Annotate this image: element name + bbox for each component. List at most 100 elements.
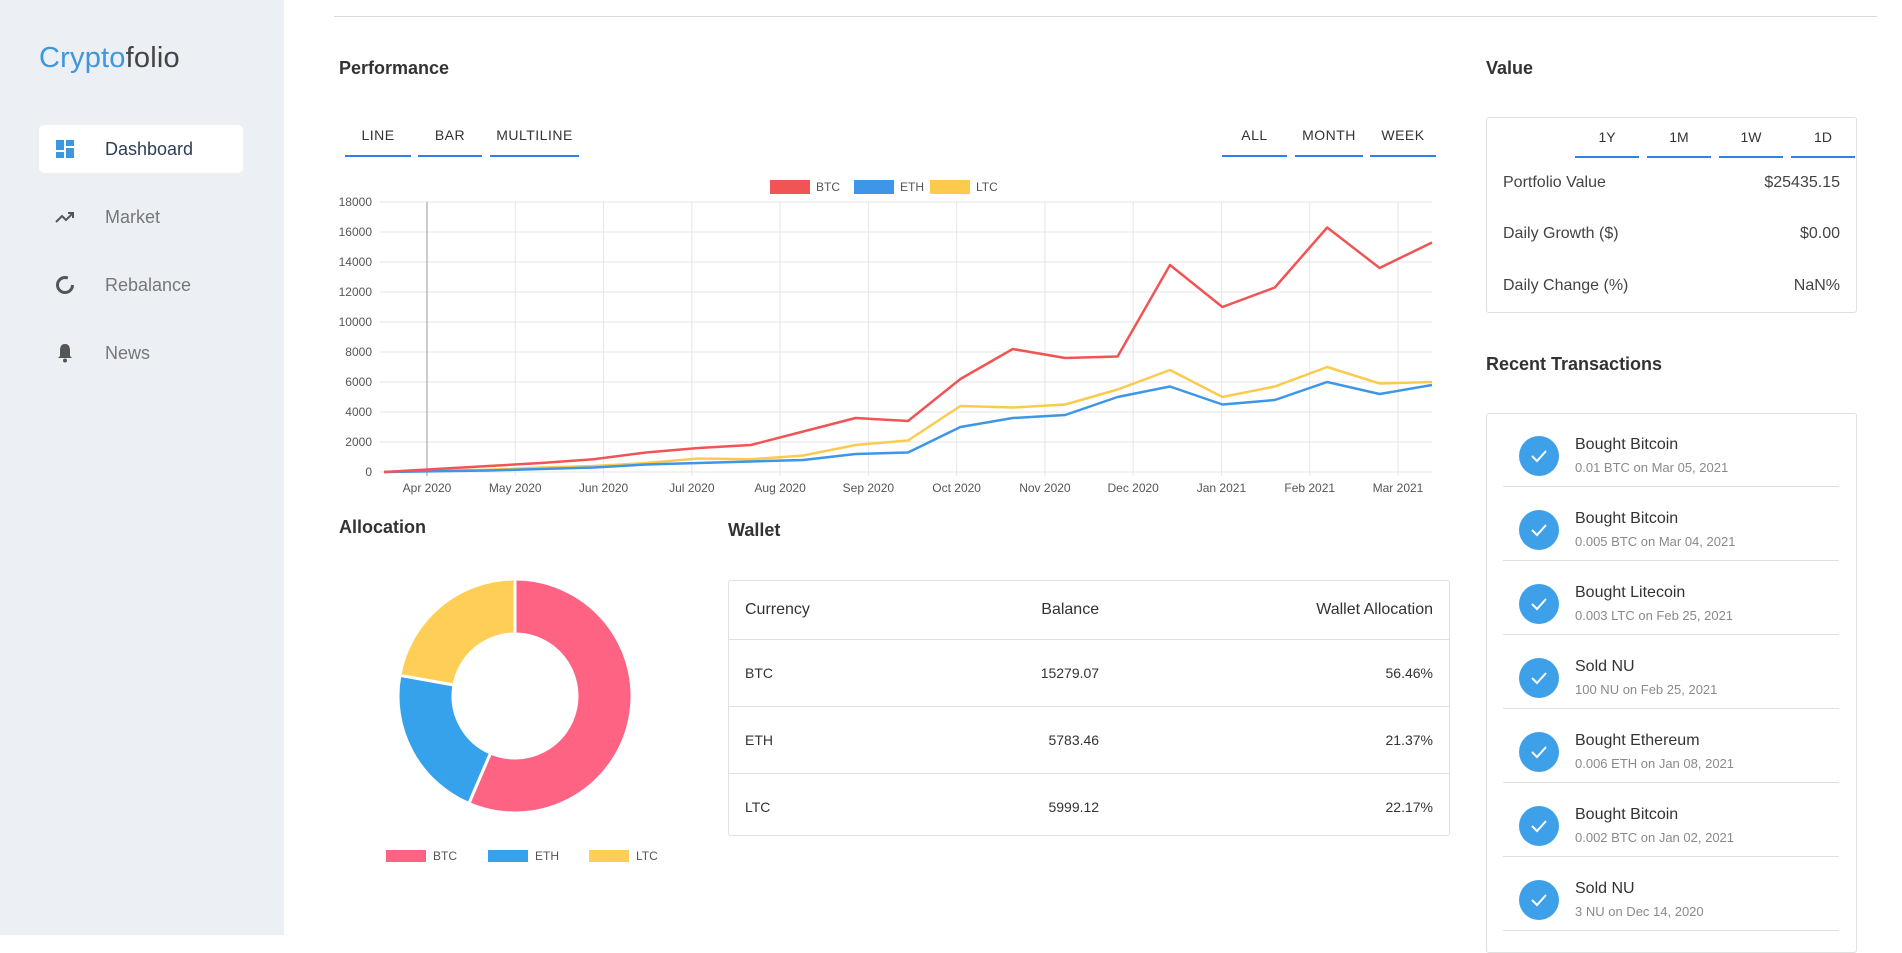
range-1y-button[interactable]: 1Y <box>1575 118 1639 158</box>
portfolio-value-label: Portfolio Value <box>1503 174 1606 191</box>
check-icon <box>1519 880 1559 920</box>
sidebar-item-rebalance[interactable]: Rebalance <box>39 261 243 309</box>
balance-cell: 15279.07 <box>942 639 1101 707</box>
transactions-card: Bought Bitcoin 0.01 BTC on Mar 05, 2021 Bo… <box>1486 413 1857 953</box>
transaction-detail: 0.002 BTC on Jan 02, 2021 <box>1575 830 1735 845</box>
x-tick-label: Jan 2021 <box>1197 481 1247 495</box>
portfolio-value: $25435.15 <box>1764 174 1840 191</box>
transaction-detail: 0.005 BTC on Mar 04, 2021 <box>1575 534 1736 549</box>
range-1w-button[interactable]: 1W <box>1719 118 1783 158</box>
tab-week[interactable]: WEEK <box>1370 115 1436 157</box>
x-tick-label: Aug 2020 <box>754 481 806 495</box>
sidebar-item-news[interactable]: News <box>39 329 243 377</box>
y-tick-label: 8000 <box>345 345 372 359</box>
check-icon <box>1519 806 1559 846</box>
allocation-cell: 22.17% <box>1385 799 1433 815</box>
x-tick-label: Jun 2020 <box>579 481 629 495</box>
x-tick-label: Oct 2020 <box>932 481 981 495</box>
x-tick-label: Dec 2020 <box>1107 481 1159 495</box>
transaction-detail: 3 NU on Dec 14, 2020 <box>1575 904 1704 919</box>
tab-multiline[interactable]: MULTILINE <box>490 115 579 157</box>
tab-month[interactable]: MONTH <box>1295 115 1363 157</box>
list-item[interactable]: Bought Litecoin 0.003 LTC on Feb 25, 2021 <box>1503 562 1839 635</box>
tab-all[interactable]: ALL <box>1222 115 1287 157</box>
legend-label: BTC <box>816 180 840 194</box>
table-header-row: Currency Balance Wallet Allocation <box>729 581 1449 640</box>
sidebar-item-label: Dashboard <box>105 138 194 159</box>
legend-swatch-btc <box>386 850 426 862</box>
y-tick-label: 16000 <box>339 225 373 239</box>
tab-line[interactable]: LINE <box>345 115 411 157</box>
donut-slice-eth <box>396 673 493 806</box>
currency-cell: ETH <box>729 706 943 774</box>
legend-label: ETH <box>900 180 924 194</box>
transaction-title: Bought Bitcoin <box>1575 806 1679 823</box>
legend-label: ETH <box>535 849 559 863</box>
allocation-column-header[interactable]: Wallet Allocation <box>1100 581 1449 640</box>
donut-slice-ltc <box>398 577 517 687</box>
y-tick-label: 0 <box>365 465 372 479</box>
value-title: Value <box>1486 58 1534 78</box>
allocation-title: Allocation <box>339 517 427 537</box>
check-icon <box>1519 584 1559 624</box>
check-icon <box>1519 732 1559 772</box>
allocation-donut-chart: BTC ETH LTC <box>386 577 658 863</box>
transaction-title: Bought Bitcoin <box>1575 510 1679 527</box>
sidebar-item-market[interactable]: Market <box>39 193 243 241</box>
donut-icon <box>55 275 75 295</box>
x-tick-label: Feb 2021 <box>1284 481 1335 495</box>
transaction-title: Bought Ethereum <box>1575 732 1700 749</box>
transaction-title: Sold NU <box>1575 658 1635 675</box>
sidebar-item-label: Market <box>105 206 161 227</box>
allocation-cell: 56.46% <box>1100 639 1449 707</box>
table-row[interactable]: BTC 15279.07 56.46% <box>729 639 1449 707</box>
check-icon <box>1519 436 1559 476</box>
list-item[interactable]: Sold NU 100 NU on Feb 25, 2021 <box>1503 636 1839 709</box>
list-item[interactable]: Bought Ethereum 0.006 ETH on Jan 08, 2021 <box>1503 710 1839 783</box>
check-icon <box>1519 658 1559 698</box>
range-1m-button[interactable]: 1M <box>1647 118 1711 158</box>
table-row[interactable]: LTC 5999.12 22.17% <box>729 774 1449 841</box>
balance-cell: 5783.46 <box>942 706 1101 774</box>
x-tick-label: Mar 2021 <box>1373 481 1424 495</box>
sidebar-item-label: Rebalance <box>105 274 192 295</box>
transaction-detail: 0.01 BTC on Mar 05, 2021 <box>1575 460 1729 475</box>
currency-cell: BTC <box>729 639 943 707</box>
transaction-detail: 100 NU on Feb 25, 2021 <box>1575 682 1718 697</box>
performance-title: Performance <box>339 58 450 78</box>
daily-growth-value: $0.00 <box>1799 225 1840 242</box>
legend-label: LTC <box>976 180 998 194</box>
daily-growth-row: Daily Growth ($) $0.00 <box>1503 225 1840 243</box>
x-tick-label: Nov 2020 <box>1019 481 1071 495</box>
list-item[interactable]: Bought Bitcoin 0.01 BTC on Mar 05, 2021 <box>1503 414 1839 487</box>
balance-column-header[interactable]: Balance <box>942 581 1101 640</box>
legend-swatch-eth <box>854 180 894 194</box>
daily-change-value: NaN% <box>1793 277 1840 294</box>
y-tick-label: 18000 <box>339 195 373 209</box>
tab-bar[interactable]: BAR <box>418 115 482 157</box>
series-line-btc <box>383 226 1433 474</box>
currency-column-header[interactable]: Currency <box>729 581 943 640</box>
transaction-title: Bought Bitcoin <box>1575 436 1679 453</box>
app-logo[interactable]: Cryptofolio <box>39 42 180 75</box>
x-tick-label: May 2020 <box>489 481 542 495</box>
sidebar-item-label: News <box>105 342 151 363</box>
sidebar-item-dashboard[interactable]: Dashboard <box>39 125 243 173</box>
recent-transactions-title: Recent Transactions <box>1486 354 1663 374</box>
y-tick-label: 4000 <box>345 405 372 419</box>
x-tick-label: Jul 2020 <box>669 481 715 495</box>
table-row[interactable]: ETH 5783.46 21.37% <box>729 706 1449 774</box>
y-tick-label: 12000 <box>339 285 373 299</box>
list-item[interactable]: Bought Bitcoin 0.002 BTC on Jan 02, 2021 <box>1503 784 1839 857</box>
transaction-detail: 0.006 ETH on Jan 08, 2021 <box>1575 756 1735 771</box>
list-item[interactable]: Sold NU 3 NU on Dec 14, 2020 <box>1503 858 1839 931</box>
list-item[interactable]: Bought Bitcoin 0.005 BTC on Mar 04, 2021 <box>1503 488 1839 561</box>
y-tick-label: 6000 <box>345 375 372 389</box>
x-tick-label: Apr 2020 <box>403 481 452 495</box>
legend-swatch-ltc <box>589 850 629 862</box>
bell-icon <box>55 343 75 363</box>
wallet-title: Wallet <box>728 520 781 540</box>
header-divider <box>334 16 1877 17</box>
range-1d-button[interactable]: 1D <box>1791 118 1855 158</box>
currency-cell: LTC <box>745 799 771 815</box>
